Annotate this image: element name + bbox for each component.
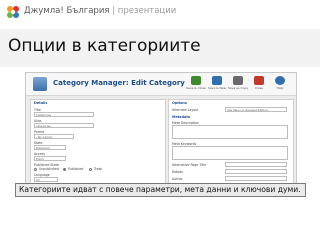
- state-select[interactable]: Published: [34, 145, 66, 150]
- admin-toolbar: Category Manager: Edit Category Save & C…: [26, 73, 296, 96]
- brand-tagline: презентации: [117, 6, 177, 16]
- copy-icon: [233, 76, 243, 85]
- save-new-icon: [212, 76, 222, 85]
- joomla-logo-icon: [7, 6, 19, 18]
- options-panel: Options Alternate Layout Use Menu or Req…: [168, 99, 294, 185]
- alias-field[interactable]: categories: [34, 123, 94, 128]
- layout-label: Alternate Layout: [172, 108, 199, 112]
- trash-label: Trash: [94, 167, 103, 171]
- layout-select[interactable]: Use Menu or Request Setting: [225, 107, 287, 112]
- help-icon: [275, 76, 285, 85]
- help-button[interactable]: Help: [270, 76, 290, 93]
- trash-radio[interactable]: [89, 168, 92, 171]
- save-icon: [191, 76, 201, 85]
- parent-select[interactable]: - No parent -: [34, 134, 74, 139]
- access-select[interactable]: Public: [34, 156, 66, 161]
- metadata-heading: Metadata: [172, 115, 191, 119]
- toolbar-button-label: Help: [276, 86, 284, 90]
- close-icon: [254, 76, 264, 85]
- page-title-label: Alternative Page Title: [172, 163, 207, 167]
- embedded-screenshot: Category Manager: Edit Category Save & C…: [25, 72, 297, 192]
- published-radio[interactable]: [63, 168, 66, 171]
- meta-description-field[interactable]: [172, 125, 288, 139]
- slide-header: Джумла! България | презентации: [0, 0, 320, 26]
- category-manager-icon: [33, 77, 47, 91]
- author-label: Author: [172, 177, 183, 181]
- admin-toolbar-title: Category Manager: Edit Category: [53, 79, 185, 87]
- options-heading: Options: [172, 101, 187, 105]
- meta-keywords-field[interactable]: [172, 146, 288, 160]
- slide-caption: Категориите идват с повече параметри, ме…: [15, 183, 306, 197]
- author-field[interactable]: [225, 176, 287, 181]
- page-title-field[interactable]: [225, 162, 287, 167]
- save-close-button[interactable]: Save & Close: [186, 76, 206, 93]
- brand-separator: |: [112, 6, 116, 16]
- close-button[interactable]: Close: [249, 76, 269, 93]
- robots-field[interactable]: [225, 169, 287, 174]
- slide-title: Опции в категориите: [8, 36, 201, 56]
- brand-line: Джумла! България | презентации: [24, 6, 176, 16]
- title-field[interactable]: Categories: [34, 112, 94, 117]
- details-heading: Details: [34, 101, 48, 105]
- robots-label: Robots: [172, 170, 183, 174]
- unpublished-label: Unpublished: [39, 167, 59, 171]
- unpublished-radio[interactable]: [34, 168, 37, 171]
- published-radio-label: Published: [68, 167, 84, 171]
- language-select[interactable]: All: [34, 177, 58, 182]
- save-copy-button[interactable]: Save as Copy: [228, 76, 248, 93]
- details-panel: Details Title Categories Alias categorie…: [30, 99, 166, 185]
- save-new-button[interactable]: Save & New: [207, 76, 227, 93]
- brand-name: Джумла! България: [24, 6, 110, 16]
